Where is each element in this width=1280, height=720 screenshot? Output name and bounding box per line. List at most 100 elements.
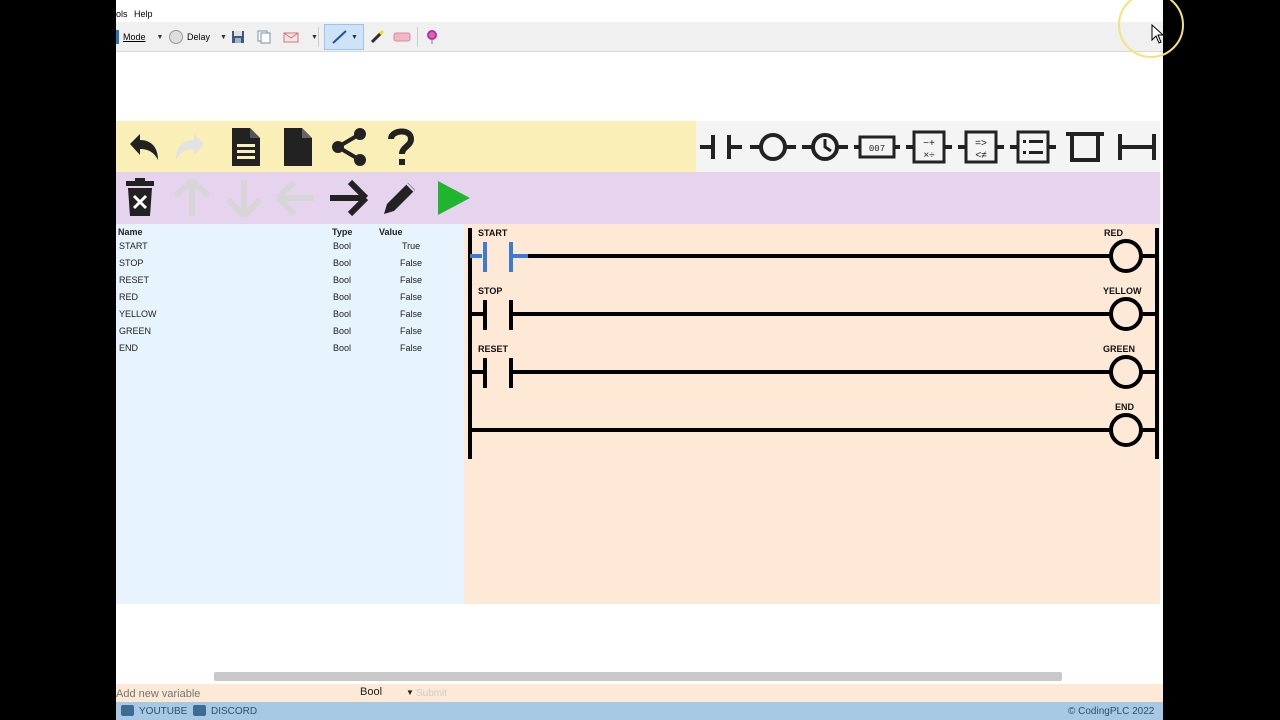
timer-icon: [802, 133, 848, 161]
move-down-button[interactable]: [222, 176, 266, 220]
run-button[interactable]: [432, 176, 476, 220]
variable-value[interactable]: False: [400, 326, 422, 336]
youtube-icon[interactable]: [121, 705, 134, 716]
variable-name: GREEN: [119, 326, 152, 336]
chevron-down-icon[interactable]: ▼: [220, 34, 227, 41]
mode-label: Mode: [123, 32, 146, 42]
list-tool[interactable]: [1010, 124, 1056, 170]
paint-button[interactable]: [426, 28, 438, 46]
chevron-down-icon[interactable]: ▼: [311, 34, 318, 41]
contact-label: RESET: [478, 344, 509, 354]
undo-icon: [130, 134, 158, 160]
help-icon: [388, 128, 415, 165]
coil-tool[interactable]: [750, 124, 796, 170]
toolbar-divider: [318, 27, 319, 47]
delay-button[interactable]: Delay ▼: [169, 28, 227, 46]
move-right-button[interactable]: [326, 176, 370, 220]
variable-name: RESET: [119, 275, 150, 285]
counter-tool[interactable]: 007: [854, 124, 900, 170]
compare-tool[interactable]: => <≠: [958, 124, 1004, 170]
pen-button[interactable]: ▼: [324, 24, 364, 50]
rung[interactable]: END: [470, 402, 1157, 447]
send-button[interactable]: ▼: [283, 28, 318, 46]
list-icon: [1010, 130, 1056, 164]
submit-button[interactable]: Submit: [416, 686, 464, 700]
rung[interactable]: START RED: [470, 228, 1157, 273]
ladder-diagram: START RED STOP YELLOW RESET GREEN END: [468, 228, 1159, 459]
new-variable-input[interactable]: [116, 686, 346, 701]
variable-row[interactable]: START Bool True: [116, 241, 464, 258]
share-button[interactable]: [326, 124, 372, 170]
discord-link[interactable]: DISCORD: [211, 706, 257, 717]
help-button[interactable]: [378, 124, 424, 170]
variable-name: STOP: [119, 258, 144, 268]
chevron-down-icon[interactable]: ▼: [157, 34, 164, 41]
variable-row[interactable]: STOP Bool False: [116, 258, 464, 275]
coil[interactable]: [1109, 297, 1143, 331]
move-left-button[interactable]: [274, 176, 318, 220]
variables-panel: Name Type Value START Bool True STOP Boo…: [116, 224, 464, 604]
variable-value[interactable]: False: [400, 258, 422, 268]
coil[interactable]: [1109, 239, 1143, 273]
youtube-link[interactable]: YOUTUBE: [139, 706, 187, 717]
undo-button[interactable]: [118, 124, 164, 170]
svg-text:×÷: ×÷: [923, 150, 935, 161]
variable-value[interactable]: False: [400, 343, 422, 353]
move-up-button[interactable]: [170, 176, 214, 220]
save-button[interactable]: [231, 28, 245, 46]
menu-tools[interactable]: ols: [116, 9, 128, 19]
file-actions-bar: [116, 121, 696, 172]
variable-type: Bool: [333, 343, 352, 353]
variable-name: YELLOW: [119, 309, 157, 319]
discord-icon[interactable]: [193, 705, 206, 716]
variable-type-select[interactable]: Bool: [360, 686, 382, 698]
chevron-down-icon[interactable]: ▼: [406, 688, 414, 697]
variable-name: RED: [119, 292, 139, 302]
share-icon: [332, 128, 366, 166]
rung[interactable]: RESET GREEN: [470, 344, 1157, 389]
variable-value[interactable]: False: [400, 275, 422, 285]
menu-help[interactable]: Help: [134, 9, 153, 19]
coil-label: RED: [1104, 228, 1124, 238]
ladder-editor[interactable]: START RED STOP YELLOW RESET GREEN END: [464, 224, 1160, 604]
branch-tool[interactable]: [1062, 124, 1108, 170]
chevron-down-icon[interactable]: ▼: [351, 34, 358, 41]
svg-text:007: 007: [869, 144, 885, 154]
variable-row[interactable]: RESET Bool False: [116, 275, 464, 292]
coil-label: GREEN: [1103, 344, 1135, 354]
menubar: ols Help: [116, 0, 1163, 22]
coil[interactable]: [1109, 355, 1143, 389]
redo-button[interactable]: [170, 124, 216, 170]
blank-document-button[interactable]: [274, 124, 320, 170]
math-tool[interactable]: −+ ×÷: [906, 124, 952, 170]
variable-value[interactable]: False: [400, 309, 422, 319]
variable-value[interactable]: False: [400, 292, 422, 302]
variable-type: Bool: [333, 275, 352, 285]
delete-button[interactable]: [118, 176, 162, 220]
edit-button[interactable]: [378, 176, 422, 220]
clock-icon: [169, 30, 183, 44]
mouse-cursor-icon: [1151, 24, 1165, 44]
annotation-toolbar: Mode ▼ Delay ▼ ▼ ▼: [116, 22, 1163, 52]
highlighter-button[interactable]: [370, 28, 384, 46]
variable-type: Bool: [333, 258, 352, 268]
balloon-icon: [427, 30, 437, 44]
rung[interactable]: STOP YELLOW: [470, 286, 1157, 331]
mode-button[interactable]: Mode ▼: [116, 28, 163, 46]
variable-value[interactable]: True: [402, 241, 420, 251]
contact-label: STOP: [478, 286, 502, 296]
coil[interactable]: [1109, 413, 1143, 447]
eraser-button[interactable]: [393, 28, 411, 46]
horizontal-scrollbar[interactable]: [214, 672, 1062, 681]
wire-tool[interactable]: [1114, 124, 1160, 170]
variable-row[interactable]: RED Bool False: [116, 292, 464, 309]
variable-row[interactable]: YELLOW Bool False: [116, 309, 464, 326]
timer-tool[interactable]: [802, 124, 848, 170]
eraser-icon: [393, 32, 411, 42]
new-document-button[interactable]: [222, 124, 268, 170]
highlighter-icon: [370, 30, 384, 44]
variable-row[interactable]: END Bool False: [116, 343, 464, 360]
variable-row[interactable]: GREEN Bool False: [116, 326, 464, 343]
copy-button[interactable]: [257, 28, 271, 46]
contact-tool[interactable]: [698, 124, 744, 170]
